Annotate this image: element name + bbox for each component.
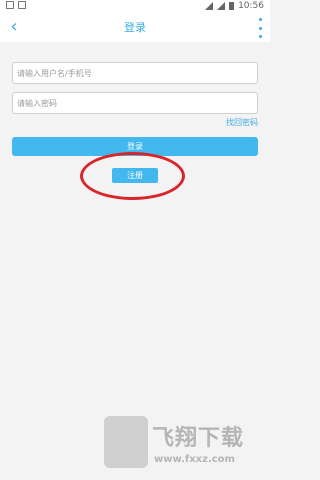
status-time: 10:56 [238, 1, 264, 11]
app-header: ‹ 登录 [0, 12, 270, 42]
username-input[interactable] [12, 62, 258, 84]
forgot-password-link[interactable]: 找回密码 [226, 117, 258, 128]
page-title: 登录 [124, 21, 146, 34]
password-input[interactable] [12, 92, 258, 114]
watermark-url: www.fxxz.com [154, 454, 235, 465]
status-bar: 10:56 [0, 0, 270, 12]
battery-icon [229, 2, 235, 10]
watermark-logo: 飞翔下载 www.fxxz.com [104, 416, 260, 472]
notification-icon-2 [18, 1, 26, 9]
more-menu-icon[interactable] [257, 18, 263, 38]
signal-icon [217, 2, 226, 10]
notification-icon [6, 1, 14, 9]
watermark-brand: 飞翔下载 [152, 426, 245, 451]
wifi-icon [205, 2, 214, 10]
register-button[interactable]: 注册 [112, 168, 158, 183]
logo-icon [104, 416, 148, 468]
